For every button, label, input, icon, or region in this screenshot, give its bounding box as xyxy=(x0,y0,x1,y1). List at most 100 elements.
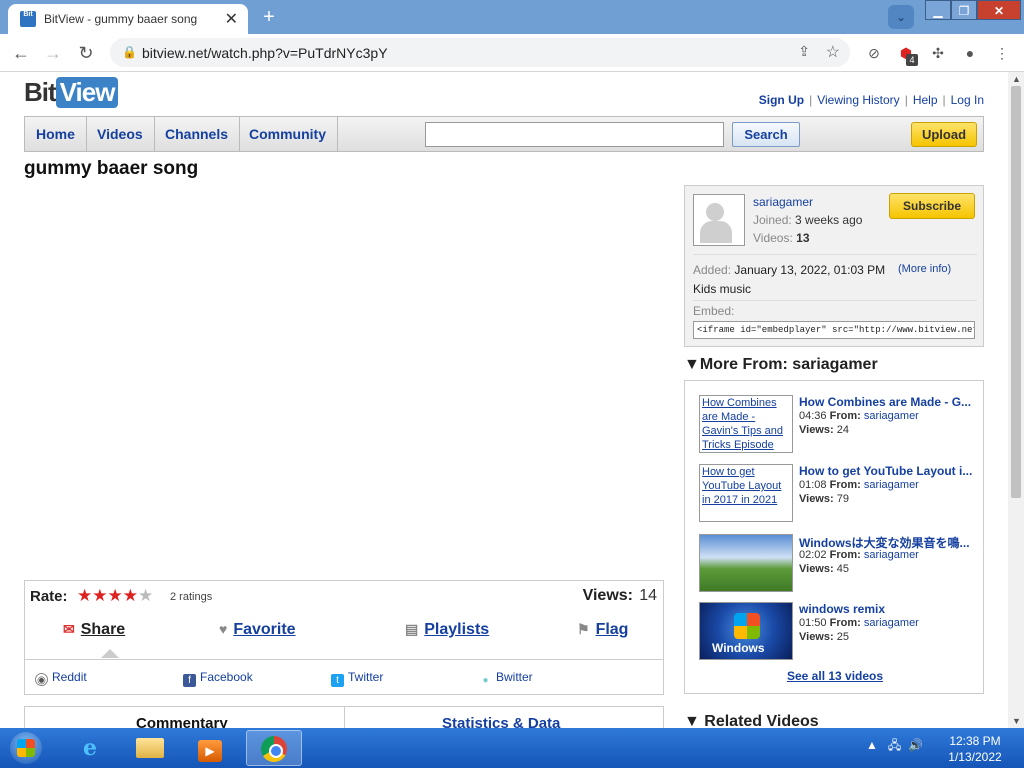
taskbar-clock[interactable]: 12:38 PM 1/13/2022 xyxy=(940,733,1010,765)
avatar-head xyxy=(706,203,724,221)
video-meta: 02:02 From: sariagamer xyxy=(799,549,919,561)
author-link[interactable]: sariagamer xyxy=(864,410,919,422)
from-label: From: xyxy=(829,410,861,422)
video-link[interactable]: How Combines are Made - G... xyxy=(799,395,979,409)
forward-icon[interactable]: → xyxy=(42,42,64,64)
share-twitter[interactable]: t Twitter xyxy=(331,670,383,687)
logo-view-text: View xyxy=(55,77,119,108)
folder-icon xyxy=(136,738,164,758)
search-button[interactable]: Search xyxy=(732,122,800,147)
viewing-history-link[interactable]: Viewing History xyxy=(817,93,899,107)
star-rating[interactable]: ★★★★★ xyxy=(77,586,153,606)
help-link[interactable]: Help xyxy=(913,93,938,107)
author-link[interactable]: sariagamer xyxy=(864,479,919,491)
media-player-icon[interactable]: ▶ xyxy=(182,730,238,766)
reload-icon[interactable]: ↻ xyxy=(75,42,97,64)
playlists-action[interactable]: ▤ Playlists xyxy=(405,621,489,639)
more-from-heading[interactable]: ▼More From: sariagamer xyxy=(684,356,878,374)
video-thumbnail[interactable]: How to get YouTube Layout in 2017 in 202… xyxy=(699,464,793,522)
nav-channels[interactable]: Channels xyxy=(154,117,241,151)
back-icon[interactable]: ← xyxy=(10,42,32,64)
scroll-down-icon[interactable]: ▼ xyxy=(1012,716,1021,726)
video-thumbnail[interactable] xyxy=(699,534,793,592)
uploader-name-link[interactable]: sariagamer xyxy=(753,195,813,209)
star-icon[interactable]: ★ xyxy=(92,586,107,605)
nav-videos[interactable]: Videos xyxy=(86,117,155,151)
maximize-window-icon[interactable]: ❐ xyxy=(951,0,977,20)
video-title: gummy baaer song xyxy=(24,158,199,179)
flag-action[interactable]: ⚑ Flag xyxy=(577,621,628,639)
star-icon[interactable]: ★ xyxy=(77,586,92,605)
extensions-puzzle-icon[interactable]: ✣ xyxy=(928,43,948,63)
uploader-avatar[interactable] xyxy=(693,194,745,246)
network-icon[interactable]: 🖧 xyxy=(888,738,901,752)
start-button[interactable] xyxy=(0,728,52,768)
log-in-link[interactable]: Log In xyxy=(951,93,984,107)
scroll-up-icon[interactable]: ▲ xyxy=(1012,74,1021,84)
views-value: 79 xyxy=(836,493,849,505)
views-label: Views: xyxy=(582,587,633,604)
volume-icon[interactable]: 🔊 xyxy=(908,738,923,752)
share-facebook[interactable]: f Facebook xyxy=(183,670,253,687)
list-item[interactable]: Windows windows remix 01:50 From: sariag… xyxy=(699,602,979,660)
playlists-label: Playlists xyxy=(424,621,490,638)
block-extension-icon[interactable]: ⊘ xyxy=(864,43,884,63)
flag-icon: ⚑ xyxy=(577,621,590,637)
sign-up-link[interactable]: Sign Up xyxy=(759,93,804,107)
profile-icon[interactable]: ● xyxy=(960,43,980,63)
see-all-videos-link[interactable]: See all 13 videos xyxy=(787,669,883,683)
subscribe-button[interactable]: Subscribe xyxy=(889,193,975,219)
list-item[interactable]: How to get YouTube Layout in 2017 in 202… xyxy=(699,464,979,522)
extension-badge: 4 xyxy=(906,54,918,66)
author-link[interactable]: sariagamer xyxy=(864,549,919,561)
nav-community[interactable]: Community xyxy=(238,117,338,151)
favorite-action[interactable]: ♥ Favorite xyxy=(219,621,296,639)
nav-home[interactable]: Home xyxy=(25,117,87,151)
video-thumbnail[interactable]: How Combines are Made - Gavin's Tips and… xyxy=(699,395,793,453)
uploader-video-count: Videos: 13 xyxy=(753,231,810,245)
share-bwitter[interactable]: ● Bwitter xyxy=(479,670,533,687)
file-explorer-icon[interactable] xyxy=(122,730,178,766)
video-link[interactable]: windows remix xyxy=(799,602,979,616)
search-input[interactable] xyxy=(425,122,724,147)
bitview-logo[interactable]: Bit View xyxy=(24,77,119,109)
close-window-icon[interactable]: ✕ xyxy=(977,0,1021,20)
share-action[interactable]: ✉ Share xyxy=(63,621,125,639)
close-tab-icon[interactable]: ✕ xyxy=(225,9,238,29)
show-hidden-icons-icon[interactable]: ▲ xyxy=(866,738,878,752)
list-item[interactable]: How Combines are Made - Gavin's Tips and… xyxy=(699,395,979,453)
scroll-thumb[interactable] xyxy=(1011,86,1021,498)
embed-code-field[interactable]: <iframe id="embedplayer" src="http://www… xyxy=(693,321,975,339)
uploader-box: sariagamer Joined: 3 weeks ago Videos: 1… xyxy=(684,185,984,347)
browser-tab[interactable]: Bit BitView - gummy baaer song ✕ xyxy=(8,4,248,34)
list-item[interactable]: Windowsは大変な効果音を鳴... 02:02 From: sariagam… xyxy=(699,534,979,592)
author-link[interactable]: sariagamer xyxy=(864,617,919,629)
collapse-triangle-icon: ▼ xyxy=(684,356,700,373)
clock-date: 1/13/2022 xyxy=(948,750,1002,764)
minimize-window-icon[interactable]: ▁ xyxy=(925,0,951,20)
ratings-count: 2 ratings xyxy=(170,591,213,603)
joined-value: 3 weeks ago xyxy=(795,213,863,227)
bookmark-star-icon[interactable]: ☆ xyxy=(826,42,840,62)
windows-logo-icon xyxy=(734,613,760,639)
video-link[interactable]: How to get YouTube Layout i... xyxy=(799,464,979,478)
page-scrollbar[interactable]: ▲ ▼ xyxy=(1008,72,1024,728)
address-bar[interactable]: 🔒 bitview.net/watch.php?v=PuTdrNYc3pY ⇪ … xyxy=(110,38,850,67)
video-thumbnail[interactable]: Windows xyxy=(699,602,793,660)
chrome-icon[interactable] xyxy=(246,730,302,766)
share-reddit[interactable]: ◉ Reddit xyxy=(35,670,87,686)
system-tray: ▲ 🖧 🔊 xyxy=(866,736,923,757)
internet-explorer-icon[interactable]: e xyxy=(62,730,118,766)
star-icon[interactable]: ★ xyxy=(123,586,138,605)
new-tab-icon[interactable]: + xyxy=(256,6,282,28)
upload-button[interactable]: Upload xyxy=(911,122,977,147)
star-icon[interactable]: ★ xyxy=(108,586,123,605)
share-page-icon[interactable]: ⇪ xyxy=(798,43,810,60)
more-info-link[interactable]: (More info) xyxy=(898,263,951,275)
tab-search-icon[interactable]: ⌄ xyxy=(888,5,914,29)
star-icon[interactable]: ★ xyxy=(138,586,153,605)
video-duration: 04:36 xyxy=(799,410,827,422)
video-views: Views: 79 xyxy=(799,493,849,505)
share-label: Share xyxy=(80,621,126,638)
menu-kebab-icon[interactable]: ⋮ xyxy=(992,43,1012,63)
